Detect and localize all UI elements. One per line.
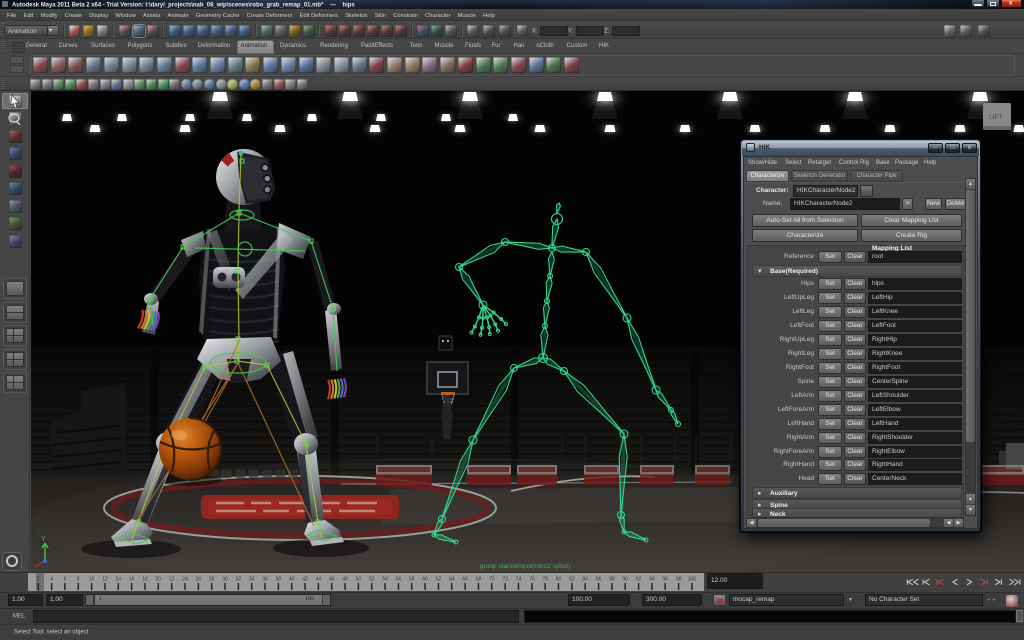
svg-text:36: 36 (262, 577, 268, 583)
svg-text:78: 78 (542, 577, 548, 583)
svg-text:42: 42 (302, 577, 308, 583)
svg-text:group stanceInput(robo2 sybot): group stanceInput(robo2 sybot) (480, 563, 570, 570)
svg-text:50: 50 (356, 577, 362, 583)
svg-text:98: 98 (676, 577, 682, 583)
svg-text:100: 100 (688, 577, 697, 583)
svg-text:68: 68 (476, 577, 482, 583)
svg-text:72: 72 (502, 577, 508, 583)
svg-text:70: 70 (489, 577, 495, 583)
svg-text:92: 92 (636, 577, 642, 583)
svg-text:90: 90 (622, 577, 628, 583)
svg-text:54: 54 (382, 577, 388, 583)
svg-text:52: 52 (369, 577, 375, 583)
svg-text:96: 96 (662, 577, 668, 583)
svg-text:LIFT: LIFT (989, 114, 1002, 121)
svg-text:88: 88 (609, 577, 615, 583)
svg-text:66: 66 (462, 577, 468, 583)
svg-text:24: 24 (182, 577, 188, 583)
svg-text:76: 76 (529, 577, 535, 583)
svg-text:14: 14 (116, 577, 122, 583)
svg-text:18: 18 (142, 577, 148, 583)
svg-text:62: 62 (436, 577, 442, 583)
svg-text:26: 26 (196, 577, 202, 583)
svg-text:56: 56 (396, 577, 402, 583)
svg-text:80: 80 (556, 577, 562, 583)
svg-text:22: 22 (169, 577, 175, 583)
svg-text:4: 4 (50, 577, 53, 583)
svg-text:2: 2 (37, 577, 40, 583)
svg-text:38: 38 (276, 577, 282, 583)
svg-text:12: 12 (102, 577, 108, 583)
svg-text:28: 28 (209, 577, 215, 583)
svg-text:32: 32 (236, 577, 242, 583)
svg-text:16: 16 (129, 577, 135, 583)
svg-text:58: 58 (409, 577, 415, 583)
svg-text:6: 6 (64, 577, 67, 583)
svg-text:Y: Y (41, 536, 46, 543)
svg-text:8: 8 (77, 577, 80, 583)
svg-text:86: 86 (596, 577, 602, 583)
svg-text:34: 34 (249, 577, 255, 583)
svg-text:46: 46 (329, 577, 335, 583)
svg-text:30: 30 (222, 577, 228, 583)
svg-text:74: 74 (516, 577, 522, 583)
svg-text:84: 84 (582, 577, 588, 583)
svg-text:40: 40 (289, 577, 295, 583)
svg-text:48: 48 (342, 577, 348, 583)
svg-text:10: 10 (89, 577, 95, 583)
svg-text:60: 60 (422, 577, 428, 583)
svg-text:94: 94 (649, 577, 655, 583)
svg-text:82: 82 (569, 577, 575, 583)
svg-text:44: 44 (316, 577, 322, 583)
svg-text:64: 64 (449, 577, 455, 583)
svg-text:20: 20 (156, 577, 162, 583)
